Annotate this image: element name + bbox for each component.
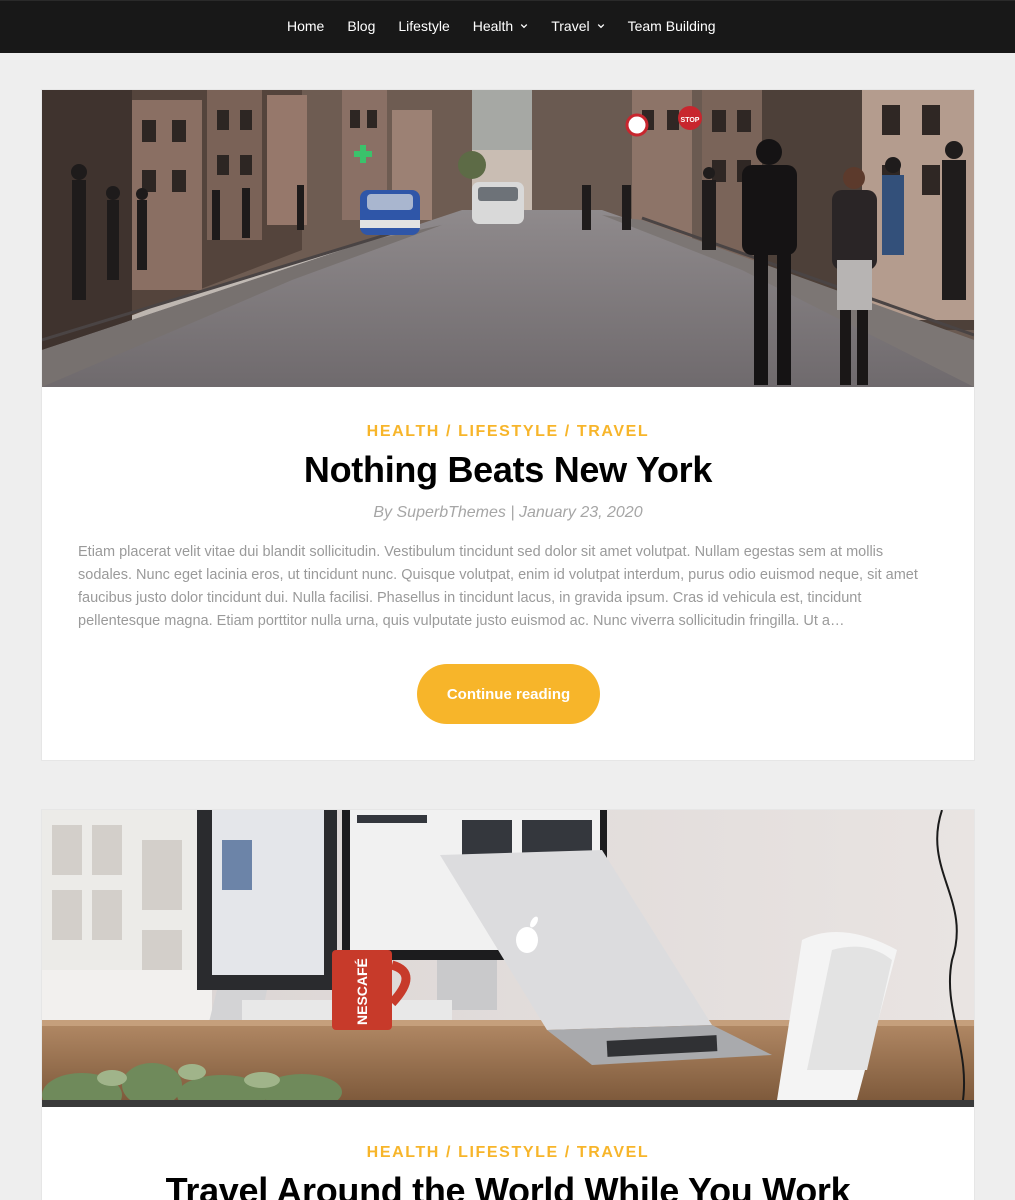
post-card: NESCAFÉ HEALTH / LIFESTYLE / TRAVEL Trav… — [41, 809, 975, 1200]
nav-item-label: Lifestyle — [398, 18, 450, 34]
post-featured-image[interactable]: STOP — [42, 90, 974, 387]
category-link[interactable]: HEALTH — [367, 1144, 440, 1161]
category-link[interactable]: LIFESTYLE — [458, 1144, 559, 1161]
nav-item-health[interactable]: Health — [473, 18, 528, 34]
nav-item-label: Team Building — [627, 18, 716, 34]
nav-item-travel[interactable]: Travel — [551, 18, 604, 34]
continue-reading-button[interactable]: Continue reading — [417, 664, 600, 724]
post-categories: HEALTH / LIFESTYLE / TRAVEL — [42, 423, 974, 441]
post-meta: By SuperbThemes | January 23, 2020 — [42, 504, 974, 522]
city-street-photo: STOP — [42, 90, 974, 387]
nav-menu: Home Blog Lifestyle Health Travel Team Buildi… — [287, 18, 716, 34]
post-date[interactable]: January 23, 2020 — [519, 504, 643, 521]
post-categories: HEALTH / LIFESTYLE / TRAVEL — [42, 1144, 974, 1162]
category-separator: / — [439, 423, 459, 440]
post-card: STOP HEALTH / LIFESTYLE / TRAVEL Nothing… — [41, 89, 975, 761]
category-link[interactable]: LIFESTYLE — [458, 423, 559, 440]
nav-item-lifestyle[interactable]: Lifestyle — [398, 18, 449, 34]
category-link[interactable]: TRAVEL — [577, 1144, 649, 1161]
stop-sign-text: STOP — [681, 117, 700, 124]
desk-workspace-photo: NESCAFÉ — [42, 810, 974, 1107]
nav-item-label: Home — [287, 18, 325, 34]
nav-item-blog[interactable]: Blog — [347, 18, 375, 34]
author-link[interactable]: SuperbThemes — [397, 504, 506, 521]
meta-separator: | — [510, 504, 515, 521]
main-navigation: Home Blog Lifestyle Health Travel Team Buildi… — [0, 0, 1015, 53]
chevron-down-icon — [597, 24, 604, 29]
mug-text: NESCAFÉ — [354, 958, 370, 1025]
nav-item-label: Travel — [551, 18, 590, 34]
nav-item-label: Health — [472, 18, 514, 34]
post-title[interactable]: Nothing Beats New York — [42, 449, 974, 491]
post-excerpt: Etiam placerat velit vitae dui blandit s… — [78, 544, 918, 629]
category-separator: / — [439, 1144, 459, 1161]
category-link[interactable]: HEALTH — [367, 423, 440, 440]
nav-item-label: Blog — [347, 18, 376, 34]
nav-item-home[interactable]: Home — [287, 18, 324, 34]
author-prefix: By — [373, 504, 393, 521]
nav-item-team-building[interactable]: Team Building — [628, 18, 716, 34]
post-title[interactable]: Travel Around the World While You Work — [42, 1170, 974, 1200]
chevron-down-icon — [520, 24, 528, 29]
category-separator: / — [558, 1144, 577, 1161]
category-link[interactable]: TRAVEL — [577, 423, 649, 440]
post-featured-image[interactable]: NESCAFÉ — [42, 810, 974, 1107]
category-separator: / — [558, 423, 577, 440]
